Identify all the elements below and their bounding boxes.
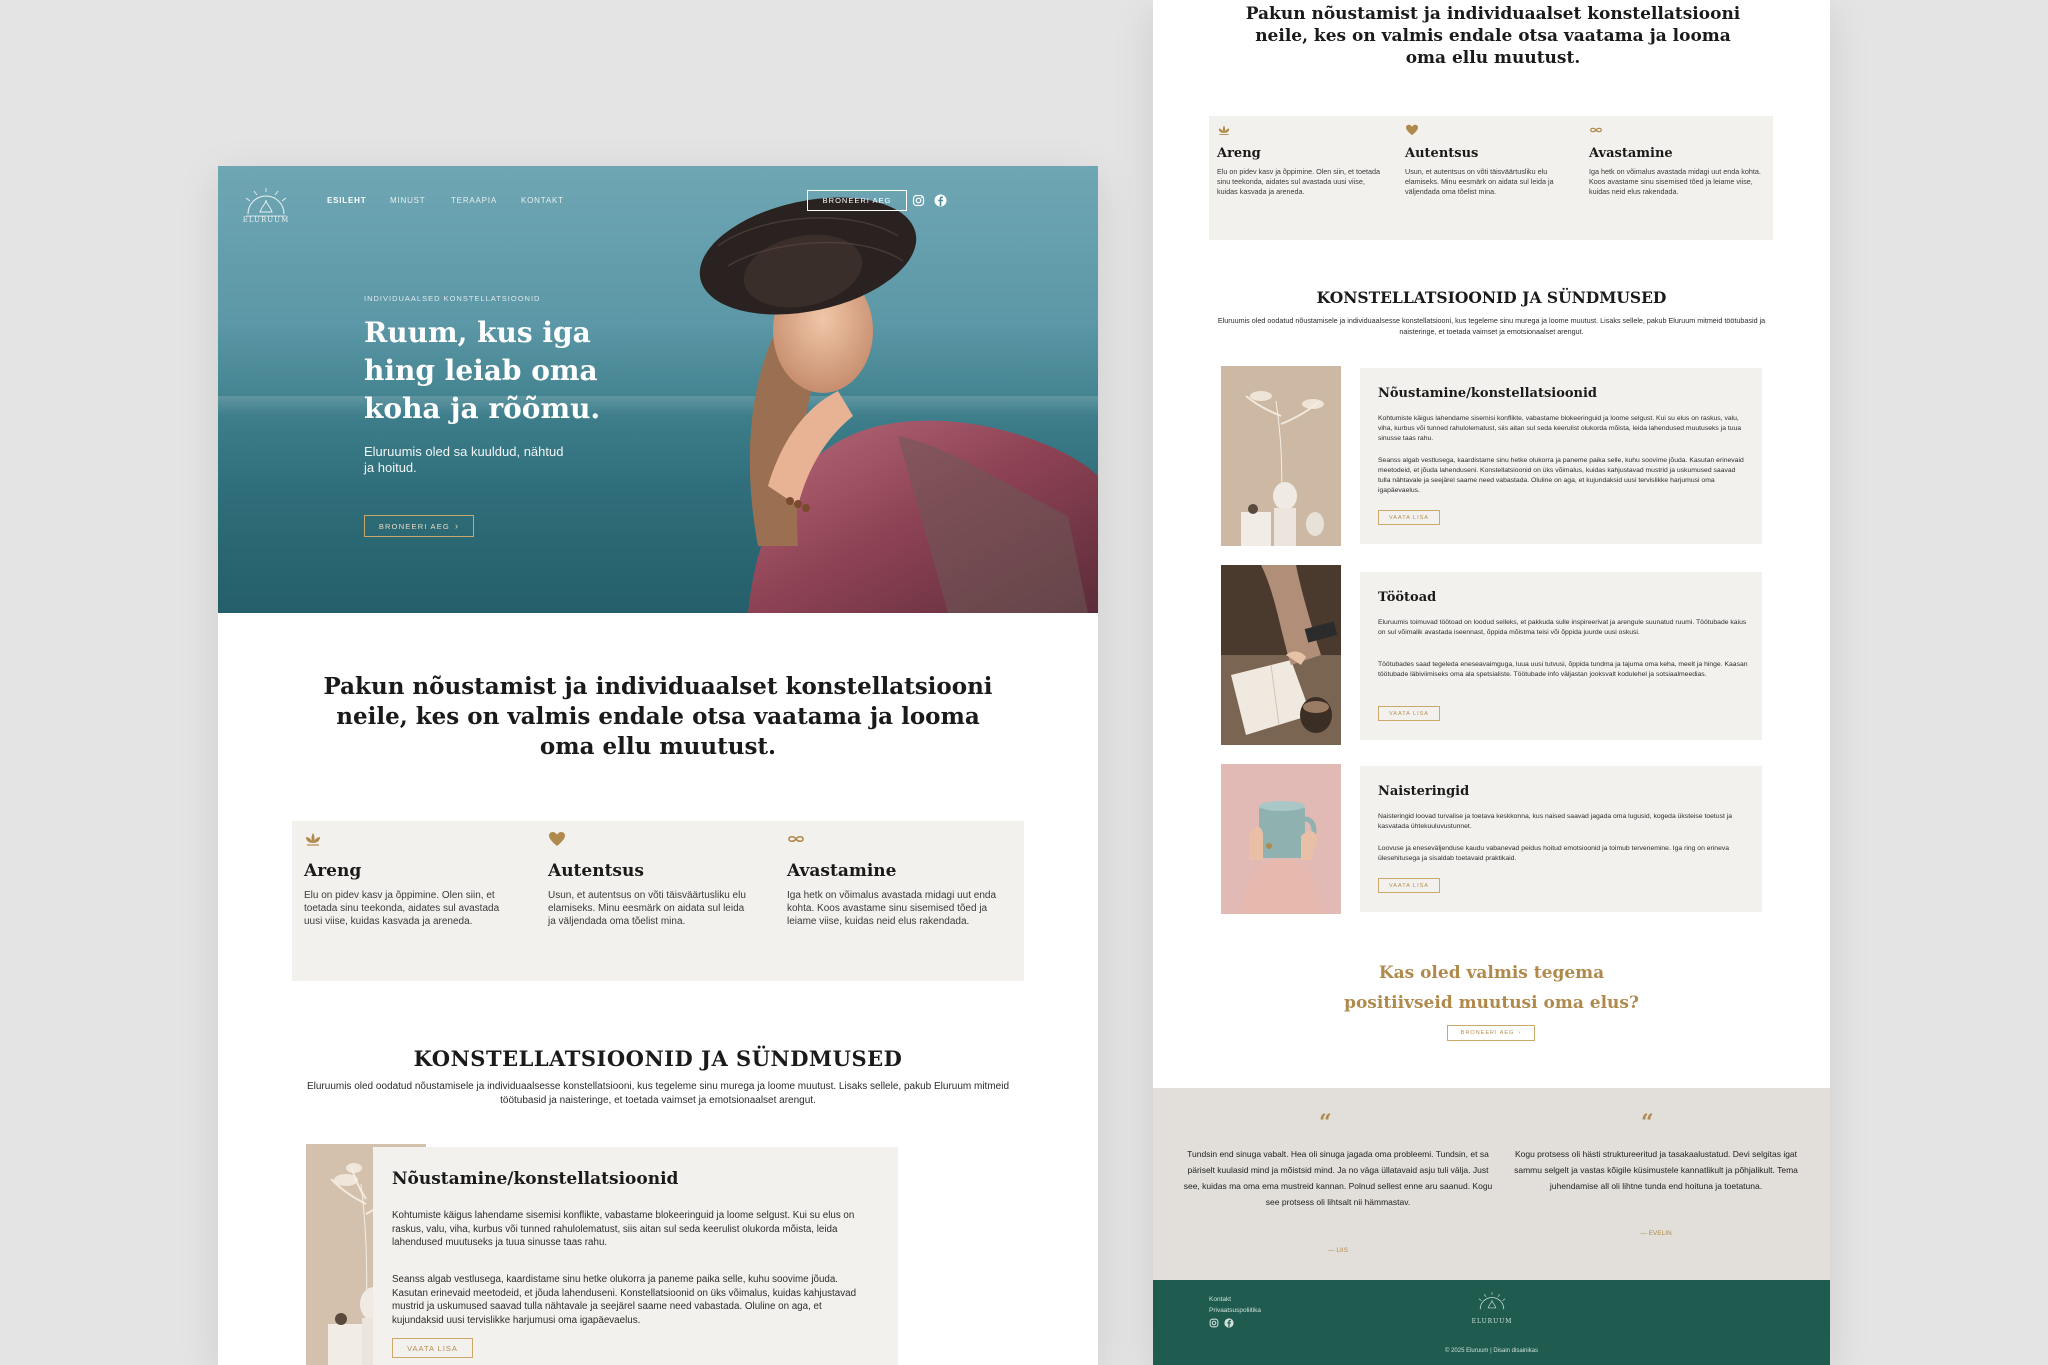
service-text-1: Kohtumiste käigus lahendame sisemisi kon… — [1378, 415, 1742, 442]
value-item: Autentsus Usun, et autentsus on võti täi… — [548, 831, 748, 928]
cta-heading: Kas oled valmis tegema positiivseid muut… — [1153, 958, 1830, 1018]
value-item: Avastamine Iga hetk on võimalus avastada… — [1589, 124, 1764, 197]
section-subtitle: Eluruumis oled oodatud nõustamisele ja i… — [1217, 316, 1766, 336]
service-image-buddha — [1221, 366, 1341, 546]
logo-sun-icon[interactable] — [240, 180, 292, 232]
service-text-2: Töötubades saad tegeleda eneseavaimguga,… — [1378, 661, 1748, 678]
value-item: Avastamine Iga hetk on võimalus avastada… — [787, 831, 1012, 928]
value-title: Areng — [304, 861, 362, 881]
service-card: Töötoad Eluruumis toimuvad töötoad on lo… — [1360, 572, 1762, 740]
value-text: Usun, et autentsus on võti täisväärtusli… — [548, 890, 746, 927]
lotus-icon — [1218, 125, 1230, 135]
value-text: Elu on pidev kasv ja õppimine. Olen siin… — [304, 890, 500, 927]
read-more-button[interactable]: VAATA LISA — [1378, 878, 1440, 893]
value-item: Areng Elu on pidev kasv ja õppimine. Ole… — [304, 831, 519, 928]
hero-title: Ruum, kus iga hing leiab oma koha ja rõõ… — [364, 316, 601, 425]
value-title: Avastamine — [787, 861, 897, 881]
read-more-button[interactable]: VAATA LISA — [1378, 510, 1440, 525]
logo-text: ELURUUM — [242, 216, 290, 224]
section-title: KONSTELLATSIOONID JA SÜNDMUSED — [1316, 288, 1667, 307]
nav-item-kontakt[interactable]: KONTAKT — [521, 196, 564, 205]
service-text-1: Naisteringid loovad turvalise ja toetava… — [1378, 813, 1733, 830]
values-panel: Areng Elu on pidev kasv ja õppimine. Ole… — [292, 821, 1024, 981]
read-more-button[interactable]: VAATA LISA — [392, 1338, 473, 1358]
value-title: Autentsus — [548, 861, 644, 881]
facebook-icon[interactable] — [1224, 1318, 1234, 1328]
value-item: Areng Elu on pidev kasv ja õppimine. Ole… — [1217, 124, 1387, 197]
testimonials-section: “ Tundsin end sinuga vabalt. Hea oli sin… — [1153, 1088, 1830, 1280]
value-text: Usun, et autentsus on võti täisväärtusli… — [1405, 167, 1554, 196]
desktop-page-bottom: Pakun nõustamist ja individuaalset konst… — [1153, 0, 1830, 1365]
chevron-right-icon: › — [1518, 1030, 1522, 1036]
quote-icon: “ — [1641, 1110, 1654, 1136]
intro-statement: Pakun nõustamist ja individuaalset konst… — [1245, 4, 1741, 68]
value-text: Iga hetk on võimalus avastada midagi uut… — [787, 890, 997, 927]
infinity-icon — [1590, 127, 1602, 133]
value-title: Areng — [1217, 146, 1261, 161]
service-title: Nõustamine/konstellatsioonid — [1378, 386, 1598, 401]
instagram-icon[interactable] — [912, 194, 925, 207]
footer-link-privacy[interactable]: Privaatsuspoliitika — [1209, 1307, 1261, 1314]
service-card: Naisteringid Naisteringid loovad turvali… — [1360, 766, 1762, 912]
heart-icon — [1406, 124, 1418, 136]
section-title: KONSTELLATSIOONID JA SÜNDMUSED — [413, 1046, 903, 1071]
facebook-icon[interactable] — [934, 194, 947, 207]
footer: Kontakt Privaatsuspoliitika ELURUUM © 20… — [1153, 1280, 1830, 1365]
cta-book-button-label: BRONEERI AEG — [1460, 1030, 1515, 1036]
testimonial-author: — LIIS — [1328, 1247, 1348, 1254]
service-text-1: Kohtumiste käigus lahendame sisemisi kon… — [392, 1210, 855, 1248]
quote-icon: “ — [1319, 1110, 1332, 1136]
service-text-2: Seanss algab vestlusega, kaardistame sin… — [392, 1274, 857, 1326]
service-card: Nõustamine/konstellatsioonid Kohtumiste … — [1360, 368, 1762, 544]
logo-sun-icon[interactable] — [1475, 1290, 1509, 1318]
testimonial-author: — EVELIN — [1640, 1230, 1672, 1237]
service-text-2: Seanss algab vestlusega, kaardistame sin… — [1378, 457, 1744, 494]
instagram-icon[interactable] — [1209, 1318, 1219, 1328]
hero-section: ELURUUM ESILEHT MINUST TERAAPIA KONTAKT … — [218, 166, 1098, 613]
hero-book-button-label: BRONEERI AEG — [378, 521, 450, 531]
values-panel: Areng Elu on pidev kasv ja õppimine. Ole… — [1209, 116, 1773, 240]
lotus-icon — [306, 833, 320, 846]
infinity-icon — [788, 835, 804, 843]
testimonial-text: Kogu protsess oli hästi struktureeritud … — [1514, 1149, 1798, 1191]
value-text: Elu on pidev kasv ja õppimine. Olen siin… — [1217, 167, 1381, 196]
chevron-right-icon: › — [454, 521, 460, 531]
cta-heading-text: Kas oled valmis tegema positiivseid muut… — [1344, 963, 1639, 1013]
service-image-reading — [1221, 565, 1341, 745]
service-image-mug — [1221, 764, 1341, 914]
footer-link-contact[interactable]: Kontakt — [1209, 1296, 1231, 1303]
hero-subtitle: Eluruumis oled sa kuuldud, nähtud ja hoi… — [364, 444, 564, 475]
service-title: Töötoad — [1378, 590, 1437, 605]
desktop-page-top: ELURUUM ESILEHT MINUST TERAAPIA KONTAKT … — [218, 166, 1098, 1365]
hero-eyebrow: INDIVIDUAALSED KONSTELLATSIOONID — [364, 294, 541, 303]
service-text-2: Loovuse ja eneseväljenduse kaudu vabanev… — [1378, 845, 1730, 862]
footer-logo-text: ELURUUM — [1471, 1318, 1513, 1325]
intro-statement: Pakun nõustamist ja individuaalset konst… — [323, 673, 993, 760]
nav-item-minust[interactable]: MINUST — [390, 196, 425, 205]
hero-photo-woman — [699, 197, 1098, 613]
book-appointment-button[interactable]: BRONEERI AEG — [807, 190, 907, 211]
cta-book-button[interactable]: BRONEERI AEG › — [1447, 1025, 1535, 1041]
service-card: Nõustamine/konstellatsioonid Kohtumiste … — [373, 1147, 898, 1365]
heart-icon — [549, 832, 565, 846]
value-title: Avastamine — [1589, 146, 1673, 161]
read-more-button[interactable]: VAATA LISA — [1378, 706, 1440, 721]
service-title: Nõustamine/konstellatsioonid — [392, 1169, 679, 1189]
nav-item-esileht[interactable]: ESILEHT — [327, 196, 366, 205]
hero-book-button[interactable]: BRONEERI AEG › — [364, 515, 474, 537]
value-title: Autentsus — [1405, 146, 1479, 161]
footer-copyright: © 2025 Eluruum | Disain disainikas — [1444, 1348, 1539, 1354]
nav-item-teraapia[interactable]: TERAAPIA — [451, 196, 497, 205]
service-text-1: Eluruumis toimuvad töötoad on loodud sel… — [1378, 619, 1747, 636]
testimonial-text: Tundsin end sinuga vabalt. Hea oli sinug… — [1183, 1149, 1493, 1207]
service-title: Naisteringid — [1378, 784, 1470, 799]
value-text: Iga hetk on võimalus avastada midagi uut… — [1589, 167, 1761, 196]
value-item: Autentsus Usun, et autentsus on võti täi… — [1405, 124, 1555, 197]
section-subtitle: Eluruumis oled oodatud nõustamisele ja i… — [306, 1081, 1010, 1106]
